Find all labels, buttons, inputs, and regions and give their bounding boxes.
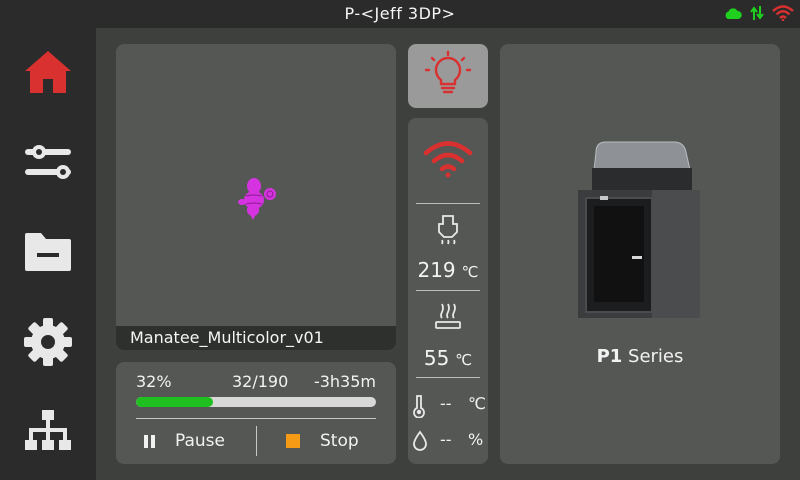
humidity-drop-icon [412,430,428,456]
layer-count: 32/190 [232,372,289,391]
thermometer-icon [412,394,426,422]
sidebar-item-home[interactable] [20,46,76,102]
stop-button[interactable]: Stop [286,422,359,460]
progress-percent: 32% [136,372,172,391]
divider [416,290,480,291]
cloud-icon [724,6,742,25]
printer-info-card[interactable]: P1 Series [500,44,780,464]
heatbed-icon[interactable] [434,302,462,334]
time-remaining: -3h35m [313,372,376,391]
nozzle-temp-value: 219 [417,258,456,282]
home-icon [23,49,73,99]
print-progress-card: 32% 32/190 -3h35m Pause Stop [116,362,396,464]
nozzle-temperature: 219 ℃ [408,258,488,282]
sensors-card: 219 ℃ 55 ℃ -- ℃ -- % [408,118,488,464]
divider [416,377,480,378]
divider [136,418,376,419]
transfer-arrows-icon [750,5,764,25]
printer-title: P-<Jeff 3DP> [344,4,456,23]
sidebar-item-controls[interactable] [20,136,76,192]
network-icon [23,409,73,459]
wifi-signal-icon [423,140,473,182]
sidebar-item-network[interactable] [20,406,76,462]
stop-icon [286,434,300,448]
top-bar: P-<Jeff 3DP> [0,0,800,28]
progress-bar-fill [136,397,213,407]
printer-model-series: P1 [596,346,623,367]
chamber-light-button[interactable] [408,44,488,108]
control-divider [256,426,257,456]
model-preview-card[interactable]: Manatee_Multicolor_v01 [116,44,396,350]
sidebar [0,28,96,480]
pause-icon [144,434,155,448]
controls-icon [23,142,73,186]
lightbulb-icon [424,50,472,102]
bed-temp-value: 55 [423,346,450,370]
printer-image [574,140,706,324]
humidity: -- % [408,426,488,454]
nozzle-temp-unit: ℃ [461,263,479,281]
stop-label: Stop [320,431,359,451]
pause-label: Pause [175,431,225,451]
file-name: Manatee_Multicolor_v01 [116,326,396,350]
model-thumbnail [236,174,284,226]
wifi-icon [772,5,794,25]
divider [416,203,480,204]
bed-temperature: 55 ℃ [408,346,488,370]
status-icons [724,5,794,25]
sidebar-item-settings[interactable] [20,316,76,372]
printer-model-suffix: Series [622,346,684,367]
pause-button[interactable]: Pause [144,422,225,460]
gear-icon [23,317,73,371]
humidity-unit: % [468,430,484,449]
chamber-temperature: -- ℃ [408,390,488,419]
progress-bar [136,397,376,407]
chamber-temp-unit: ℃ [468,394,486,413]
folder-icon [23,231,73,277]
sidebar-item-files[interactable] [20,226,76,282]
humidity-value: -- [440,430,452,449]
chamber-temp-value: -- [440,394,452,413]
bed-temp-unit: ℃ [455,351,473,369]
printer-model-name: P1 Series [500,346,780,367]
nozzle-icon[interactable] [436,214,460,250]
